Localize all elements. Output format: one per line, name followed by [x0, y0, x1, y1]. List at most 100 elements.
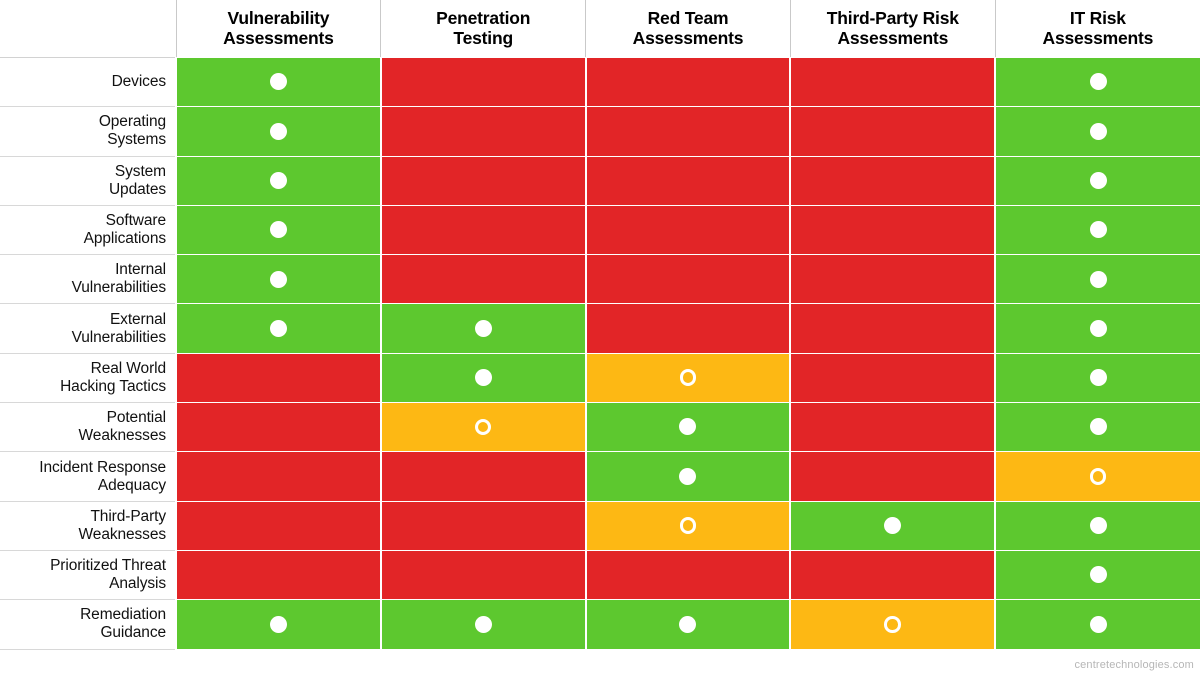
column-header-line: Assessments	[223, 27, 334, 48]
table-row: Software Applications	[0, 204, 1200, 256]
row-label-line: Hacking Tactics	[60, 377, 166, 395]
column-header-line: Vulnerability	[227, 7, 330, 28]
row-label-11: Prioritized Threat Analysis	[0, 549, 176, 601]
matrix-cell-r11-c4[interactable]	[789, 549, 996, 600]
matrix-cell-r8-c1[interactable]	[175, 402, 381, 452]
matrix-cell-r9-c1[interactable]	[175, 451, 381, 502]
matrix-cell-r3-c1[interactable]	[175, 155, 381, 206]
matrix-cell-r12-c4[interactable]	[789, 599, 996, 650]
header-row: Vulnerability Assessments Penetration Testi…	[0, 0, 1200, 58]
column-header-line: Penetration	[436, 7, 531, 28]
row-label-4: Software Applications	[0, 204, 176, 256]
filled-dot-icon	[269, 221, 287, 239]
matrix-cell-r5-c4[interactable]	[789, 254, 996, 304]
matrix-cell-r6-c2[interactable]	[379, 303, 586, 354]
table-row: Operating Systems	[0, 106, 1200, 157]
table-row: Potential Weaknesses	[0, 402, 1200, 453]
column-header-2[interactable]: Penetration Testing	[380, 0, 586, 58]
matrix-cell-r7-c5[interactable]	[994, 352, 1200, 403]
matrix-cell-r12-c1[interactable]	[175, 599, 381, 650]
row-label-line: Internal	[115, 261, 166, 279]
matrix-cell-r9-c3[interactable]	[584, 451, 791, 502]
row-label-10: Third-Party Weaknesses	[0, 500, 176, 551]
table-row: Internal Vulnerabilities	[0, 254, 1200, 305]
filled-dot-icon	[1089, 418, 1107, 436]
matrix-cell-r12-c3[interactable]	[584, 599, 791, 650]
column-header-1[interactable]: Vulnerability Assessments	[175, 0, 381, 58]
matrix-cell-r12-c5[interactable]	[994, 599, 1200, 650]
matrix-cell-r4-c5[interactable]	[994, 204, 1200, 255]
table-row: Prioritized Threat Analysis	[0, 549, 1200, 601]
row-label-line: Real World	[90, 359, 166, 377]
matrix-cell-r6-c5[interactable]	[994, 303, 1200, 354]
matrix-cell-r8-c3[interactable]	[584, 402, 791, 452]
matrix-cell-r1-c2[interactable]	[379, 56, 586, 107]
matrix-cell-r2-c3[interactable]	[584, 106, 791, 157]
matrix-cell-r7-c2[interactable]	[379, 352, 586, 403]
matrix-cell-r1-c3[interactable]	[584, 56, 791, 107]
matrix-cell-r3-c5[interactable]	[994, 155, 1200, 206]
matrix-cell-r6-c3[interactable]	[584, 303, 791, 354]
matrix-cell-r8-c2[interactable]	[379, 402, 586, 452]
matrix-cell-r10-c3[interactable]	[584, 500, 791, 551]
row-label-line: Weaknesses	[78, 525, 167, 543]
matrix-cell-r6-c1[interactable]	[175, 303, 381, 354]
matrix-cell-r11-c5[interactable]	[994, 549, 1200, 600]
matrix-cell-r11-c2[interactable]	[379, 549, 586, 600]
matrix-cell-r9-c5[interactable]	[994, 451, 1200, 502]
row-label-5: Internal Vulnerabilities	[0, 254, 176, 305]
filled-dot-icon	[1089, 73, 1107, 91]
row-label-7: Real World Hacking Tactics	[0, 352, 176, 404]
matrix-cell-r7-c4[interactable]	[789, 352, 996, 403]
row-label-line: Remediation	[80, 606, 166, 624]
matrix-cell-r10-c4[interactable]	[789, 500, 996, 551]
matrix-cell-r5-c1[interactable]	[175, 254, 381, 304]
matrix-cell-r10-c1[interactable]	[175, 500, 381, 551]
row-label-9: Incident Response Adequacy	[0, 451, 176, 502]
matrix-cell-r1-c4[interactable]	[789, 56, 996, 107]
matrix-cell-r4-c3[interactable]	[584, 204, 791, 255]
matrix-cell-r1-c5[interactable]	[994, 56, 1200, 107]
row-label-line: Analysis	[109, 575, 166, 593]
matrix-cell-r7-c1[interactable]	[175, 352, 381, 403]
matrix-cell-r4-c2[interactable]	[379, 204, 586, 255]
matrix-cell-r12-c2[interactable]	[379, 599, 586, 650]
matrix-cell-r10-c2[interactable]	[379, 500, 586, 551]
column-header-3[interactable]: Red Team Assessments	[585, 0, 791, 58]
header-corner-cell	[0, 0, 176, 58]
matrix-cell-r8-c4[interactable]	[789, 402, 996, 452]
matrix-cell-r1-c1[interactable]	[175, 56, 381, 107]
matrix-cell-r8-c5[interactable]	[994, 402, 1200, 452]
filled-dot-icon	[269, 319, 287, 337]
matrix-cell-r3-c3[interactable]	[584, 155, 791, 206]
filled-dot-icon	[474, 615, 492, 633]
matrix-cell-r7-c3[interactable]	[584, 352, 791, 403]
matrix-cell-r10-c5[interactable]	[994, 500, 1200, 551]
hollow-ring-icon	[1089, 467, 1107, 485]
matrix-cell-r2-c2[interactable]	[379, 106, 586, 157]
matrix-cell-r5-c2[interactable]	[379, 254, 586, 304]
column-header-5[interactable]: IT Risk Assessments	[994, 0, 1200, 58]
matrix-cell-r6-c4[interactable]	[789, 303, 996, 354]
matrix-cell-r3-c4[interactable]	[789, 155, 996, 206]
matrix-cell-r5-c5[interactable]	[994, 254, 1200, 304]
matrix-cell-r5-c3[interactable]	[584, 254, 791, 304]
matrix-cell-r9-c2[interactable]	[379, 451, 586, 502]
matrix-cell-r11-c1[interactable]	[175, 549, 381, 600]
matrix-cell-r2-c5[interactable]	[994, 106, 1200, 157]
table-row: Real World Hacking Tactics	[0, 352, 1200, 404]
matrix-cell-r4-c4[interactable]	[789, 204, 996, 255]
matrix-cell-r4-c1[interactable]	[175, 204, 381, 255]
filled-dot-icon	[1089, 369, 1107, 387]
column-header-4[interactable]: Third-Party Risk Assessments	[789, 0, 996, 58]
filled-dot-icon	[269, 270, 287, 288]
matrix-cell-r2-c1[interactable]	[175, 106, 381, 157]
row-label-line: Prioritized Threat	[50, 557, 166, 575]
matrix-cell-r3-c2[interactable]	[379, 155, 586, 206]
filled-dot-icon	[1089, 122, 1107, 140]
filled-dot-icon	[679, 467, 697, 485]
matrix-cell-r2-c4[interactable]	[789, 106, 996, 157]
row-label-line: Systems	[107, 131, 166, 149]
matrix-cell-r9-c4[interactable]	[789, 451, 996, 502]
matrix-cell-r11-c3[interactable]	[584, 549, 791, 600]
